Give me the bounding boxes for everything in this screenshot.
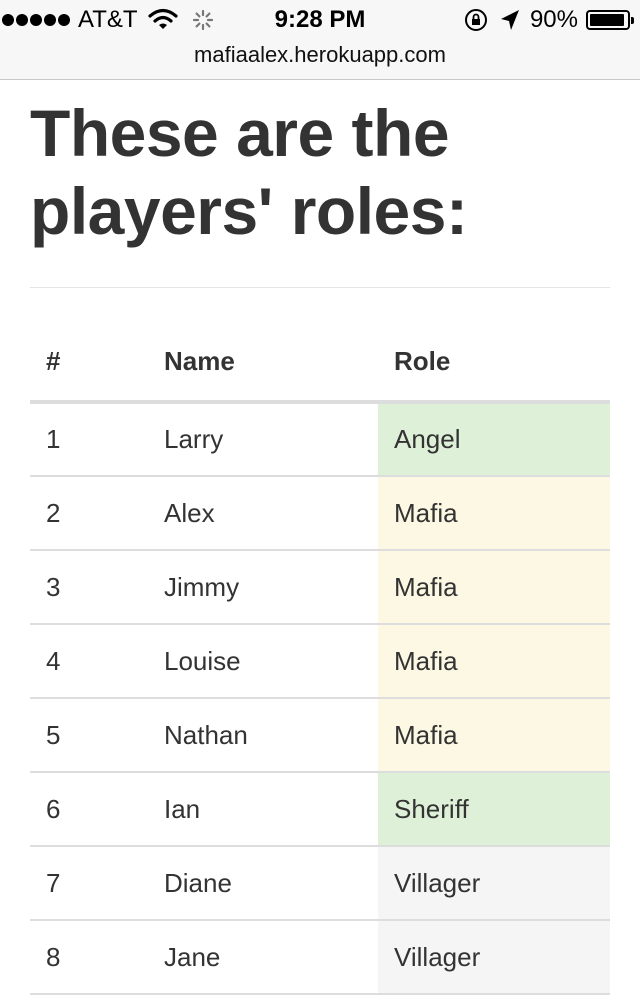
status-bar-right: 90%	[464, 0, 634, 40]
table-row: 7 Diane Villager	[30, 846, 610, 921]
player-role: Villager	[378, 920, 610, 995]
row-number: 4	[30, 624, 148, 699]
player-name: Ian	[148, 772, 378, 847]
table-row: 2 Alex Mafia	[30, 476, 610, 551]
row-number: 8	[30, 920, 148, 995]
player-name: Diane	[148, 846, 378, 921]
table-header-row: # Name Role	[30, 322, 610, 404]
player-name: Larry	[148, 402, 378, 477]
table-row: 1 Larry Angel	[30, 402, 610, 477]
player-role: Mafia	[378, 624, 610, 699]
row-number: 5	[30, 698, 148, 773]
row-number: 1	[30, 402, 148, 477]
row-number: 3	[30, 550, 148, 625]
table-row: 3 Jimmy Mafia	[30, 550, 610, 625]
player-role: Angel	[378, 402, 610, 477]
battery-percent: 90%	[529, 6, 578, 33]
row-number: 2	[30, 476, 148, 551]
player-role: Sheriff	[378, 772, 610, 847]
player-name: Jane	[148, 920, 378, 995]
battery-icon	[586, 10, 634, 30]
roles-table: # Name Role 1 Larry Angel 2 Alex Mafia 3…	[30, 322, 610, 995]
header-role: Role	[378, 322, 610, 404]
player-role: Villager	[378, 846, 610, 921]
page-title: These are the players' roles:	[30, 96, 468, 248]
player-role: Mafia	[378, 476, 610, 551]
player-name: Nathan	[148, 698, 378, 773]
main-content: These are the players' roles: # Name Rol…	[30, 81, 610, 995]
header-name: Name	[148, 322, 378, 404]
title-divider	[30, 287, 610, 288]
row-number: 6	[30, 772, 148, 847]
player-name: Louise	[148, 624, 378, 699]
table-row: 8 Jane Villager	[30, 920, 610, 995]
rotation-lock-icon	[464, 9, 487, 31]
table-row: 6 Ian Sheriff	[30, 772, 610, 847]
status-bar: AT&T 9:28 PM 90%	[0, 0, 640, 40]
row-number: 7	[30, 846, 148, 921]
player-role: Mafia	[378, 698, 610, 773]
player-name: Alex	[148, 476, 378, 551]
address-bar[interactable]: mafiaalex.herokuapp.com	[0, 40, 640, 80]
player-name: Jimmy	[148, 550, 378, 625]
header-number: #	[30, 322, 148, 404]
url-text[interactable]: mafiaalex.herokuapp.com	[194, 42, 446, 67]
player-role: Mafia	[378, 550, 610, 625]
location-arrow-icon	[500, 10, 519, 30]
table-row: 5 Nathan Mafia	[30, 698, 610, 773]
table-row: 4 Louise Mafia	[30, 624, 610, 699]
